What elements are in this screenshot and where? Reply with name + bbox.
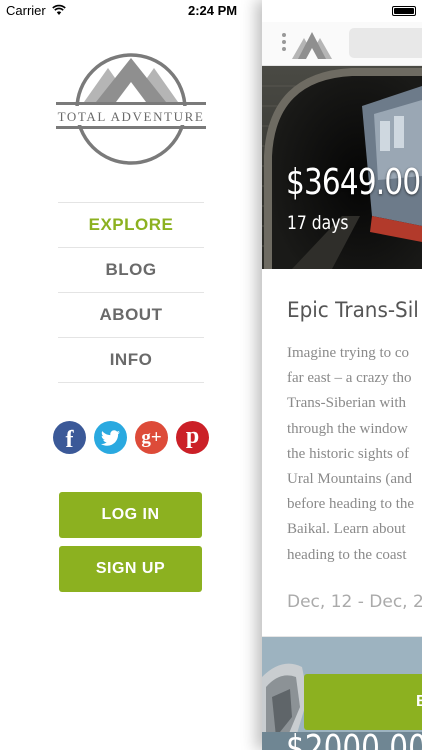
nav-item-info[interactable]: INFO bbox=[58, 338, 204, 383]
twitter-icon[interactable] bbox=[94, 421, 127, 454]
header-logo-icon bbox=[292, 32, 332, 59]
signup-button[interactable]: SIGN UP bbox=[59, 546, 202, 592]
wifi-icon bbox=[52, 4, 66, 15]
content-panel[interactable]: $3649.00 17 days Epic Trans-Sil Imagine … bbox=[262, 0, 422, 750]
nav-item-blog[interactable]: BLOG bbox=[58, 248, 204, 293]
googleplus-icon[interactable]: g+ bbox=[135, 421, 168, 454]
description-line: far east – a crazy tho bbox=[287, 370, 412, 387]
twitter-bird-glyph bbox=[100, 429, 120, 446]
trip-dates: Dec, 12 - Dec, 2 bbox=[287, 592, 422, 612]
panel-header bbox=[262, 22, 422, 66]
login-button[interactable]: LOG IN bbox=[59, 492, 202, 538]
nav-item-about[interactable]: ABOUT bbox=[58, 293, 204, 338]
main-nav: EXPLORE BLOG ABOUT INFO bbox=[58, 202, 204, 383]
side-menu: TOTAL ADVENTURE EXPLORE BLOG ABOUT INFO … bbox=[0, 0, 262, 750]
description-line: Baikal. Learn about bbox=[287, 521, 406, 538]
facebook-glyph: f bbox=[65, 426, 74, 453]
description-line: Trans-Siberian with bbox=[287, 395, 407, 412]
next-trip-price: $2000.00 bbox=[286, 728, 422, 750]
search-input[interactable] bbox=[349, 28, 422, 58]
googleplus-glyph: g+ bbox=[141, 427, 162, 448]
trip-description: Imagine trying to co far east – a crazy … bbox=[287, 341, 422, 568]
description-line: Ural Mountains (and bbox=[287, 471, 412, 488]
trip-duration: 17 days bbox=[287, 212, 349, 234]
pinterest-icon[interactable]: p bbox=[176, 421, 209, 454]
pinterest-glyph: p bbox=[185, 423, 200, 449]
status-bar: Carrier 2:24 PM bbox=[0, 0, 422, 22]
book-button-label: B bbox=[416, 693, 422, 710]
book-button[interactable]: B bbox=[304, 674, 422, 730]
description-line: before heading to the bbox=[287, 496, 415, 513]
description-line: through the window bbox=[287, 420, 408, 437]
description-line: the historic sights of bbox=[287, 445, 410, 462]
trip-title[interactable]: Epic Trans-Sil bbox=[287, 298, 419, 322]
nav-item-explore[interactable]: EXPLORE bbox=[58, 203, 204, 248]
menu-dots-icon[interactable] bbox=[282, 32, 286, 52]
social-links: f g+ p bbox=[53, 421, 209, 454]
battery-icon bbox=[392, 6, 416, 16]
logo-text: TOTAL ADVENTURE bbox=[58, 109, 205, 124]
carrier-label: Carrier bbox=[6, 3, 46, 18]
description-line: heading to the coast bbox=[287, 546, 407, 563]
description-line: Imagine trying to co bbox=[287, 345, 410, 361]
clock: 2:24 PM bbox=[188, 3, 238, 18]
total-adventure-logo: TOTAL ADVENTURE bbox=[56, 53, 206, 165]
trip-price: $3649.00 bbox=[286, 162, 421, 203]
facebook-icon[interactable]: f bbox=[53, 421, 86, 454]
